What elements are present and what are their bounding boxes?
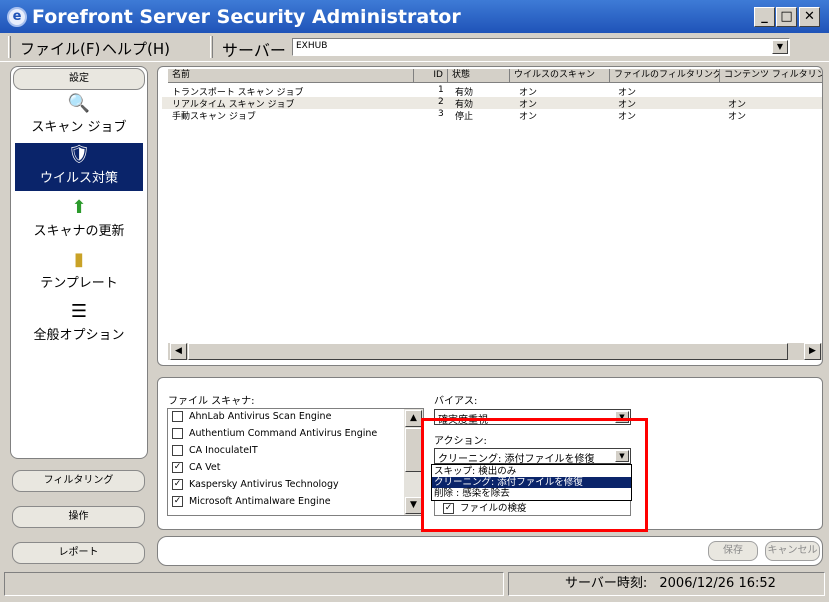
engine-name: Microsoft Antimalware Engine xyxy=(189,496,331,507)
column-header-name[interactable]: 名前 xyxy=(168,69,414,83)
scroll-right-icon[interactable]: ▶ xyxy=(804,343,821,360)
nav-antivirus[interactable]: 🛡 ウイルス対策 xyxy=(15,143,143,191)
nav-label: ウイルス対策 xyxy=(39,171,118,186)
filtering-button[interactable]: フィルタリング xyxy=(12,470,145,492)
engine-checkbox[interactable]: ✓ xyxy=(172,479,183,490)
scroll-left-icon[interactable]: ◀ xyxy=(170,343,187,360)
button-bar: 保存 キャンセル xyxy=(157,536,823,566)
general-options-icon: ☰ xyxy=(70,301,88,322)
bias-label: バイアス: xyxy=(434,396,478,407)
cell-name: 手動スキャン ジョブ xyxy=(172,112,256,122)
cell-id: 3 xyxy=(438,109,444,119)
cell-content-filtering: オン xyxy=(728,112,747,122)
engine-checkbox[interactable] xyxy=(172,445,183,456)
server-time-label: サーバー時刻: xyxy=(565,576,648,591)
engine-name: Kaspersky Antivirus Technology xyxy=(189,479,339,490)
file-scanner-list[interactable]: AhnLab Antivirus Scan Engine Authentium … xyxy=(167,408,424,516)
menu-help[interactable]: ヘルプ(H) xyxy=(102,38,170,59)
menu-file[interactable]: ファイル(F) xyxy=(20,38,100,59)
engine-name: Authentium Command Antivirus Engine xyxy=(189,428,378,439)
antivirus-shield-icon: 🛡 xyxy=(67,144,91,165)
operations-button[interactable]: 操作 xyxy=(12,506,145,528)
close-button[interactable]: ✕ xyxy=(799,7,820,27)
window-title: Forefront Server Security Administrator xyxy=(32,6,461,28)
sidebar: 設定 🔍 スキャン ジョブ 🛡 ウイルス対策 ⬆ スキャナの更新 ▮ テンプレー… xyxy=(10,66,148,459)
cell-id: 2 xyxy=(438,97,444,107)
engine-name: CA InoculateIT xyxy=(189,445,258,456)
engine-name: AhnLab Antivirus Scan Engine xyxy=(189,411,332,422)
scan-job-table: 名前 ID 状態 ウイルスのスキャン ファイルのフィルタリング コンテンツ フィ… xyxy=(157,66,823,366)
list-item[interactable]: ✓ Kaspersky Antivirus Technology xyxy=(172,479,339,494)
menu-grip[interactable] xyxy=(8,36,11,58)
scroll-thumb[interactable] xyxy=(188,343,788,360)
app-logo-icon[interactable]: e xyxy=(7,7,27,27)
column-header-content-filtering[interactable]: コンテンツ フィルタリング xyxy=(720,69,822,83)
minimize-button[interactable]: _ xyxy=(754,7,775,27)
table-row[interactable]: リアルタイム スキャン ジョブ 2 有効 オン オン オン xyxy=(162,97,822,110)
engine-checkbox[interactable]: ✓ xyxy=(172,462,183,473)
table-row[interactable]: トランスポート スキャン ジョブ 1 有効 オン オン xyxy=(162,85,818,98)
list-item[interactable]: Authentium Command Antivirus Engine xyxy=(172,428,377,443)
engine-checkbox[interactable] xyxy=(172,428,183,439)
server-value: EXHUB xyxy=(296,41,328,51)
template-icon: ▮ xyxy=(74,249,84,270)
nav-label: スキャン ジョブ xyxy=(31,120,127,135)
engine-checkbox[interactable] xyxy=(172,411,183,422)
nav-label: テンプレート xyxy=(40,276,118,291)
nav-scan-jobs[interactable]: 🔍 スキャン ジョブ xyxy=(15,92,143,140)
list-item[interactable]: ✓ Microsoft Antimalware Engine xyxy=(172,496,331,511)
nav-general-options[interactable]: ☰ 全般オプション xyxy=(15,300,143,348)
settings-button[interactable]: 設定 xyxy=(13,68,145,90)
scan-job-icon: 🔍 xyxy=(67,93,91,114)
cell-id: 1 xyxy=(438,85,444,95)
column-header-virus-scan[interactable]: ウイルスのスキャン xyxy=(510,69,610,83)
server-time-panel: サーバー時刻: 2006/12/26 16:52 xyxy=(508,572,825,596)
nav-label: 全般オプション xyxy=(33,328,125,343)
server-label: サーバー xyxy=(222,41,286,60)
report-button[interactable]: レポート xyxy=(12,542,145,564)
chevron-down-icon[interactable]: ▼ xyxy=(772,40,788,54)
cell-virus-scan: オン xyxy=(519,112,538,122)
list-item[interactable]: CA InoculateIT xyxy=(172,445,258,460)
column-header-file-filtering[interactable]: ファイルのフィルタリング xyxy=(610,69,720,83)
scanner-update-icon: ⬆ xyxy=(71,197,87,218)
engine-name: CA Vet xyxy=(189,462,221,473)
cell-status: 停止 xyxy=(455,112,474,122)
column-header-id[interactable]: ID xyxy=(414,69,448,83)
table-row[interactable]: 手動スキャン ジョブ 3 停止 オン オン オン xyxy=(162,109,818,122)
maximize-button[interactable]: □ xyxy=(776,7,797,27)
cell-file-filtering: オン xyxy=(618,112,637,122)
status-panel-left xyxy=(4,572,504,596)
list-item[interactable]: AhnLab Antivirus Scan Engine xyxy=(172,411,331,426)
list-item[interactable]: ✓ CA Vet xyxy=(172,462,220,477)
scroll-up-icon[interactable]: ▲ xyxy=(405,410,422,427)
cancel-button[interactable]: キャンセル xyxy=(765,541,820,561)
scroll-down-icon[interactable]: ▼ xyxy=(405,497,422,514)
nav-templates[interactable]: ▮ テンプレート xyxy=(15,248,143,296)
file-scanner-label: ファイル スキャナ: xyxy=(168,396,255,407)
engine-checkbox[interactable]: ✓ xyxy=(172,496,183,507)
toolbar-grip[interactable] xyxy=(210,36,213,58)
server-time-value: 2006/12/26 16:52 xyxy=(659,576,776,591)
column-header-status[interactable]: 状態 xyxy=(448,69,510,83)
nav-scanner-update[interactable]: ⬆ スキャナの更新 xyxy=(15,196,143,244)
nav-label: スキャナの更新 xyxy=(33,224,125,239)
scroll-thumb[interactable] xyxy=(405,428,422,472)
annotation-highlight-box xyxy=(421,418,648,532)
status-bar: サーバー時刻: 2006/12/26 16:52 xyxy=(4,572,825,596)
server-select[interactable]: EXHUB ▼ xyxy=(292,38,790,56)
save-button[interactable]: 保存 xyxy=(708,541,758,561)
